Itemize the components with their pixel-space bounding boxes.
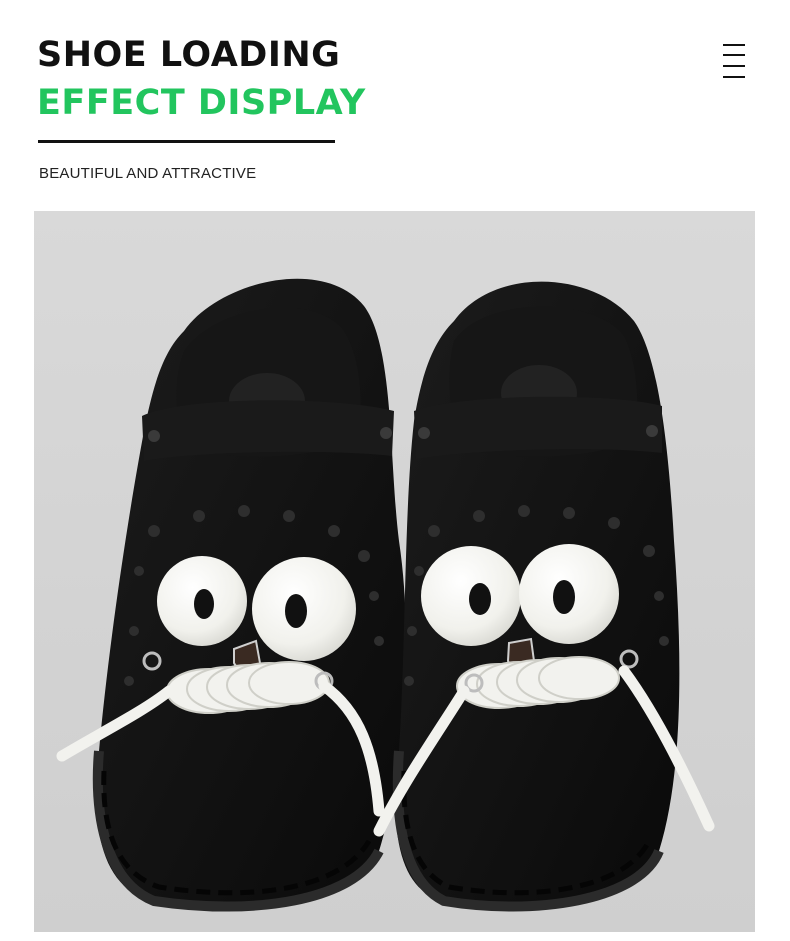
left-clog (56, 278, 407, 912)
title-line-1: SHOE LOADING (37, 35, 341, 75)
subtitle: BEAUTIFUL AND ATTRACTIVE (39, 165, 257, 182)
product-photo-illustration (56, 278, 715, 912)
title-line-2: EFFECT DISPLAY (37, 83, 366, 123)
right-clog (373, 281, 715, 912)
title-underline (38, 140, 335, 143)
hamburger-menu-icon[interactable] (723, 44, 745, 78)
product-photo (34, 211, 755, 932)
